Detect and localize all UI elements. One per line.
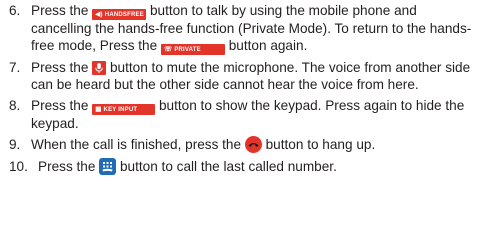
speaker-icon: ◀): [95, 11, 103, 18]
hang-up-button: [244, 136, 262, 153]
mute-button: [92, 61, 107, 75]
redial-button: [99, 158, 117, 175]
step-number: 9.: [9, 137, 21, 152]
hang-up-icon: [248, 143, 259, 147]
redial-icon: [102, 162, 113, 172]
step-number: 6.: [9, 3, 21, 18]
step-text: Press the: [31, 98, 93, 113]
keypad-button: ▦ KEY INPUT: [92, 104, 156, 115]
step-number: 10.: [9, 159, 28, 174]
step-text: Press the: [31, 60, 93, 75]
step-7: 7. Press the button to mute the micropho…: [9, 59, 475, 93]
step-10: 10. Press the button to call the last ca…: [9, 158, 475, 175]
private-button: ☏ PRIVATE: [160, 44, 225, 55]
step-text: button again.: [224, 38, 308, 53]
microphone-icon: [95, 63, 103, 73]
step-number: 7.: [9, 60, 21, 75]
step-text: When the call is finished, press the: [31, 137, 245, 152]
step-8: 8. Press the ▦ KEY INPUT button to show t…: [9, 97, 475, 132]
private-button-label: PRIVATE: [174, 47, 201, 53]
handsfree-button: ◀) HANDSFREE: [92, 9, 147, 20]
handset-icon: ☏: [163, 46, 173, 53]
step-text: Press the: [31, 3, 93, 18]
step-9: 9. When the call is finished, press the …: [9, 136, 475, 153]
instruction-list: 6. Press the ◀) HANDSFREE button to talk …: [9, 2, 475, 179]
keypad-grid-icon: ▦: [95, 106, 102, 113]
step-6: 6. Press the ◀) HANDSFREE button to talk …: [9, 2, 475, 55]
keypad-button-label: KEY INPUT: [103, 107, 138, 113]
step-text: button to call the last called number.: [116, 159, 337, 174]
step-text: Press the: [38, 159, 100, 174]
step-number: 8.: [9, 98, 21, 113]
step-text: button to hang up.: [261, 137, 376, 152]
handsfree-button-label: HANDSFREE: [104, 12, 144, 18]
